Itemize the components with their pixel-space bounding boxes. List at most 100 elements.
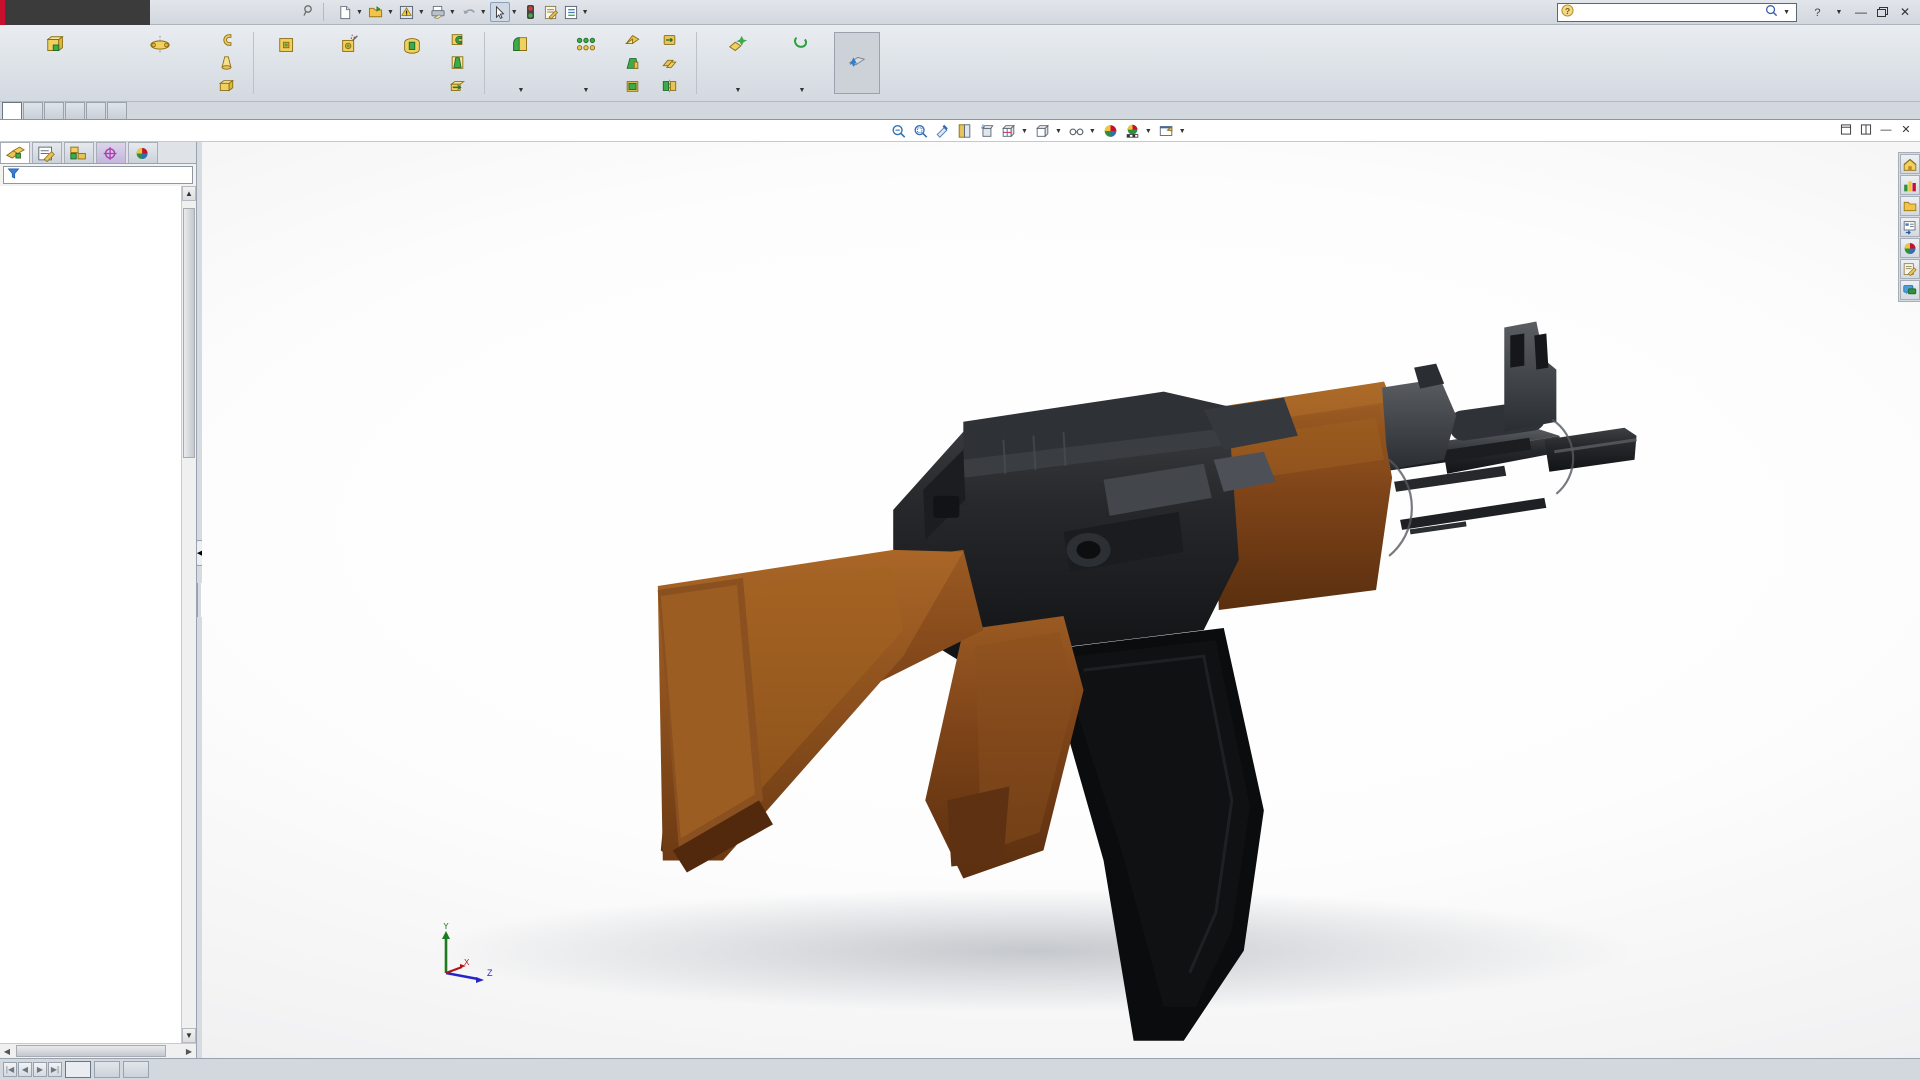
section-view-button[interactable] (954, 121, 975, 141)
shell-button[interactable] (620, 75, 653, 97)
lofted-cut-button[interactable] (445, 52, 478, 74)
curves-dropdown-caret[interactable]: ▼ (799, 87, 806, 98)
design-library-button[interactable] (1900, 175, 1920, 195)
options-button[interactable] (561, 2, 581, 22)
menu-help[interactable] (276, 9, 294, 15)
hole-wizard-button[interactable] (319, 27, 381, 99)
reference-geometry-dropdown-caret[interactable]: ▼ (735, 87, 742, 98)
feature-tree[interactable]: ▲ ▼ (0, 186, 196, 1043)
swept-boss-button[interactable] (214, 29, 247, 51)
last-tab-button[interactable]: ▶| (48, 1062, 62, 1077)
tab-features[interactable] (2, 102, 22, 119)
prev-tab-button[interactable]: ◀ (18, 1062, 32, 1077)
display-style-button[interactable] (998, 121, 1019, 141)
hide-show-items-button[interactable] (1032, 121, 1053, 141)
view-settings-dropdown-caret[interactable]: ▼ (1145, 128, 1152, 135)
move-button[interactable] (657, 29, 690, 51)
close-button[interactable]: ✕ (1895, 3, 1915, 21)
feature-manager-more-button[interactable] (188, 161, 196, 163)
configuration-manager-tab[interactable] (64, 142, 94, 163)
feature-tree-hscroll-thumb[interactable] (16, 1045, 166, 1057)
boundary-cut-button[interactable] (445, 75, 478, 97)
pin-icon[interactable] (300, 4, 318, 21)
draft-button[interactable] (620, 52, 653, 74)
magnifier-icon[interactable] (1765, 4, 1778, 20)
open-document-button[interactable] (366, 2, 386, 22)
minimize-button[interactable]: — (1851, 3, 1871, 21)
help-search-input[interactable] (1578, 5, 1762, 19)
mirror-button[interactable] (657, 75, 690, 97)
curves-button[interactable]: ▼ (776, 27, 828, 99)
first-tab-button[interactable]: |◀ (3, 1062, 17, 1077)
zoom-area-button[interactable] (910, 121, 931, 141)
file-explorer-button[interactable] (1900, 196, 1920, 216)
help-search-box[interactable]: ? ▼ (1557, 2, 1797, 22)
feature-tree-scroll-down[interactable]: ▼ (182, 1028, 196, 1043)
display-style-dropdown-caret[interactable]: ▼ (1021, 128, 1028, 135)
select-button[interactable] (489, 2, 510, 22)
feature-tree-scroll-up[interactable]: ▲ (182, 186, 196, 201)
custom-properties-button[interactable] (1900, 259, 1920, 279)
tab-3d-views[interactable] (94, 1061, 120, 1078)
tab-solidworks-mbd[interactable] (107, 102, 127, 119)
feature-tree-filter[interactable] (3, 166, 193, 184)
tab-solidworks-addins[interactable] (86, 102, 106, 119)
extruded-cut-button[interactable] (257, 27, 319, 99)
ak47-3d-model[interactable] (202, 142, 1920, 1058)
tab-motion-study[interactable] (123, 1061, 149, 1078)
menu-edit[interactable] (186, 9, 204, 15)
minimize-view-button[interactable]: — (1878, 122, 1894, 137)
save-button[interactable] (397, 2, 417, 22)
glasses-button[interactable] (1066, 121, 1087, 141)
linear-pattern-dropdown-caret[interactable]: ▼ (583, 87, 590, 98)
viewport-dropdown-caret[interactable]: ▼ (1179, 128, 1186, 135)
extruded-boss-button[interactable] (4, 27, 108, 99)
close-view-button[interactable]: ✕ (1898, 122, 1914, 137)
tile-view-button[interactable] (1858, 122, 1874, 137)
feature-tree-vscrollbar[interactable]: ▲ ▼ (181, 186, 196, 1043)
feature-tree-scroll-right[interactable]: ▶ (182, 1047, 196, 1056)
feature-tree-filter-input[interactable] (20, 169, 192, 181)
reference-geometry-button[interactable]: ▼ (700, 27, 776, 99)
solidworks-logo[interactable] (0, 0, 150, 25)
menu-tools[interactable] (240, 9, 258, 15)
menu-view[interactable] (204, 9, 222, 15)
previous-view-button[interactable] (932, 121, 953, 141)
fillet-dropdown-caret[interactable]: ▼ (518, 87, 525, 98)
tab-evaluate[interactable] (44, 102, 64, 119)
print-button[interactable] (428, 2, 448, 22)
linear-pattern-button[interactable]: ▼ (554, 27, 618, 99)
feature-tree-scroll-thumb[interactable] (183, 208, 195, 458)
boundary-boss-button[interactable] (214, 75, 247, 97)
feature-tree-scroll-left[interactable]: ◀ (0, 1047, 14, 1056)
revolved-boss-button[interactable] (108, 27, 212, 99)
fillet-button[interactable]: ▼ (488, 27, 554, 99)
intersect-button[interactable] (657, 52, 690, 74)
restore-button[interactable] (1873, 3, 1893, 21)
home-button[interactable] (1900, 154, 1920, 174)
viewport-button[interactable] (1156, 121, 1177, 141)
undo-button[interactable] (459, 2, 479, 22)
lofted-boss-button[interactable] (214, 52, 247, 74)
tab-model[interactable] (65, 1061, 91, 1078)
zoom-to-fit-button[interactable] (888, 121, 909, 141)
menu-insert[interactable] (222, 9, 240, 15)
display-manager-tab[interactable] (128, 142, 158, 163)
hide-show-dropdown-caret[interactable]: ▼ (1055, 128, 1062, 135)
file-properties-button[interactable] (541, 2, 561, 22)
new-document-button[interactable] (335, 2, 355, 22)
graphics-viewport[interactable]: Y Z X (202, 142, 1920, 1058)
help-dropdown-caret[interactable]: ▼ (1829, 3, 1849, 21)
tab-dimxpert[interactable] (65, 102, 85, 119)
dimxpert-manager-tab[interactable] (96, 142, 126, 163)
view-settings-button[interactable] (1122, 121, 1143, 141)
glasses-dropdown-caret[interactable]: ▼ (1089, 128, 1096, 135)
instant-3d-button[interactable] (834, 32, 880, 94)
next-tab-button[interactable]: ▶ (33, 1062, 47, 1077)
restore-down-view-button[interactable] (1838, 122, 1854, 137)
feature-tree-hscrollbar[interactable]: ◀ ▶ (0, 1043, 196, 1058)
property-manager-tab[interactable] (32, 142, 62, 163)
search-dropdown-caret[interactable]: ▼ (1783, 9, 1790, 16)
swept-cut-button[interactable] (445, 29, 478, 51)
menu-file[interactable] (168, 9, 186, 15)
